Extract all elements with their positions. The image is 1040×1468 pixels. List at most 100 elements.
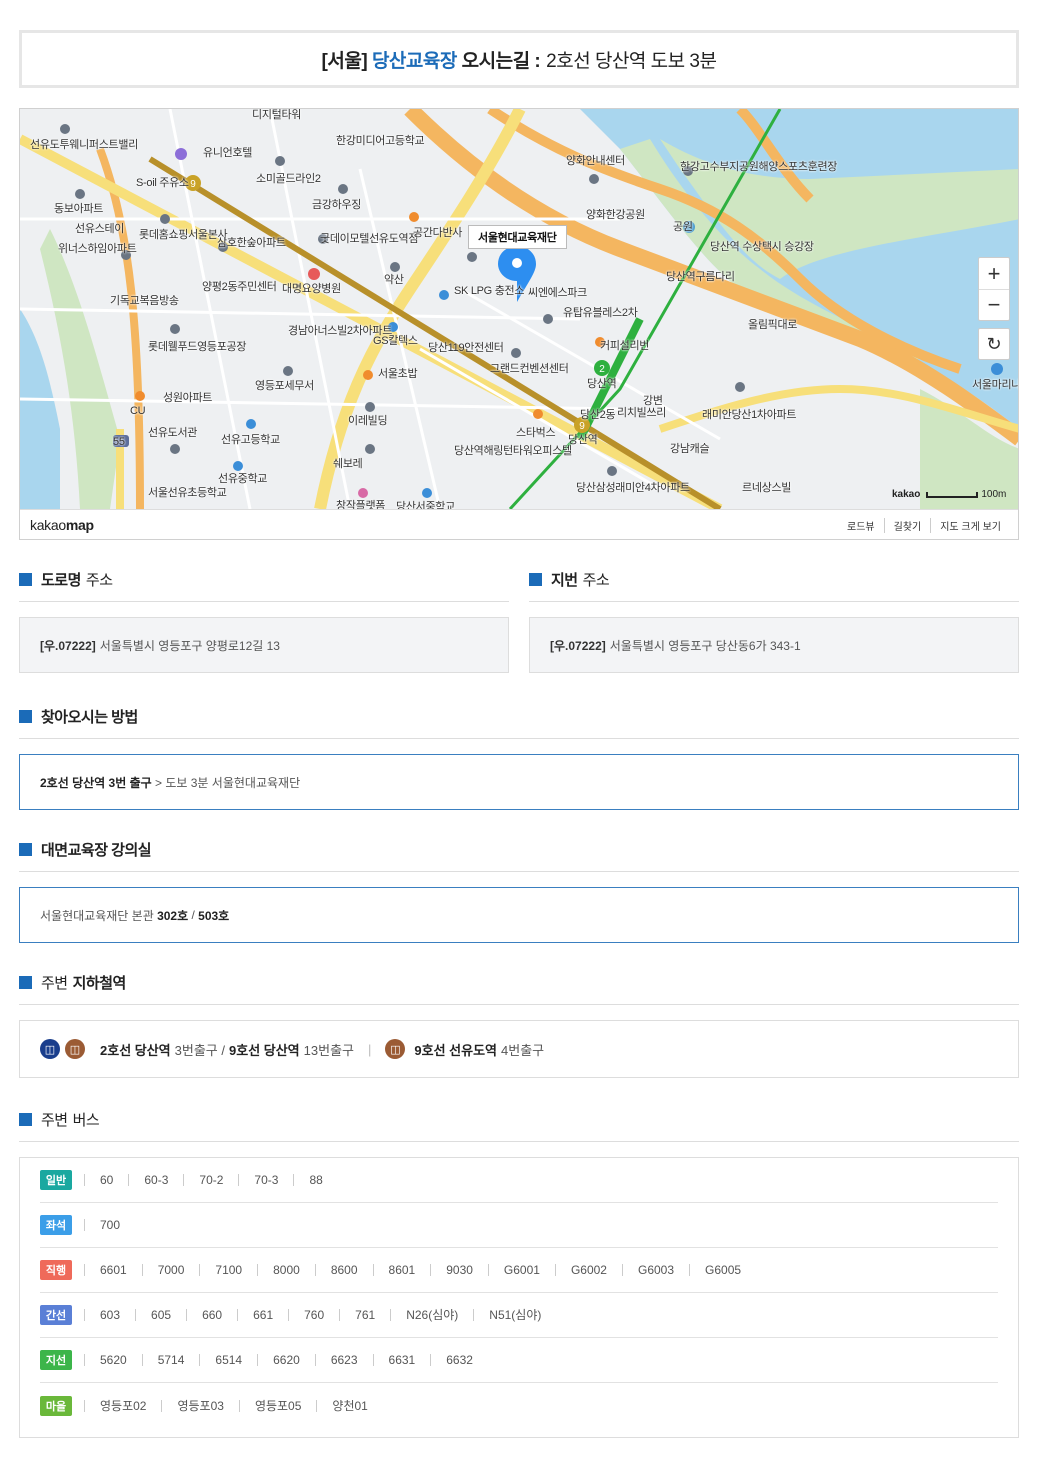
title-region: [서울]	[321, 50, 368, 72]
bus-route: G6005	[689, 1264, 756, 1276]
map-label[interactable]: 55	[113, 436, 125, 448]
map-label[interactable]: 선유스테이	[75, 223, 124, 235]
divider	[19, 871, 1019, 872]
map-label[interactable]: 양평2동주민센터	[202, 281, 277, 293]
road-zip: [우.07222]	[40, 638, 96, 653]
metro-line2-icon: ◫	[40, 1039, 60, 1059]
map-label[interactable]: 대명요양병원	[282, 283, 341, 295]
bus-row: 좌석 700	[40, 1203, 998, 1248]
map-label[interactable]: 서울초밥	[378, 368, 418, 380]
map-label[interactable]: 당산서중학교	[396, 501, 455, 509]
map-label[interactable]: CU	[130, 405, 146, 417]
map-label[interactable]: 커피설리번	[600, 340, 649, 352]
bus-route: 양천01	[316, 1399, 382, 1412]
map-label[interactable]: 당산역 수상택시 승강장	[710, 241, 814, 253]
bullet-square-icon	[19, 843, 32, 856]
map-label[interactable]: 창작플랫폼	[336, 500, 385, 509]
map-label[interactable]: 당산2동	[580, 409, 616, 421]
lot-zip: [우.07222]	[550, 638, 606, 653]
map-label[interactable]: 금강하우징	[312, 199, 361, 211]
map-label[interactable]: 유탑유블레스2차	[563, 307, 638, 319]
lot-address-heading: 지번 주소	[529, 569, 610, 590]
map-label[interactable]: 이레빌딩	[348, 415, 388, 427]
map-label[interactable]: 소미골드라인2	[256, 173, 321, 185]
map-label[interactable]: 굿데이모텔선유도역점	[320, 233, 419, 245]
map-label[interactable]: 선유고등학교	[221, 434, 280, 446]
map-label[interactable]: 양화안내센터	[566, 155, 625, 167]
subway-exit2: 13번출구	[303, 1042, 354, 1058]
lot-address-box: [우.07222] 서울특별시 영등포구 당산동6가 343-1	[529, 617, 1019, 673]
map-label[interactable]: 당산역해링턴타워오피스텔	[454, 445, 572, 457]
title-label: 오시는길 :	[461, 50, 541, 72]
map-refresh-button[interactable]: ↻	[978, 328, 1010, 360]
map-label[interactable]: 양화한강공원	[586, 209, 645, 221]
lot-address-text: 서울특별시 영등포구 당산동6가 343-1	[609, 638, 801, 653]
page: [서울] 당산교육장 오시는길 : 2호선 당산역 도보 3분 2 9 9 선유…	[0, 0, 1040, 1468]
map-label[interactable]: 스타벅스	[516, 427, 556, 439]
map-label[interactable]: S-oil 주유소	[136, 177, 189, 189]
map-label[interactable]: 당산삼성래미안4차아파트	[576, 482, 690, 494]
map-label[interactable]: 당산역	[568, 434, 598, 446]
map-label[interactable]: 위너스하임아파트	[58, 243, 137, 255]
bus-type-badge: 일반	[40, 1170, 72, 1190]
kakao-map[interactable]: 2 9 9 선유도투웨니퍼스트밸리 디지털타워 유니언호텔 한강미디어고등학교 S-oi	[19, 108, 1019, 540]
map-label[interactable]: 선유도서관	[148, 427, 197, 439]
subway-separator: |	[368, 1041, 372, 1057]
map-label[interactable]: 당산119안전센터	[428, 342, 504, 354]
large-map-link[interactable]: 지도 크게 보기	[930, 517, 1010, 533]
map-label[interactable]: 선유도투웨니퍼스트밸리	[30, 139, 138, 151]
map-label[interactable]: 유니언호텔	[203, 147, 252, 159]
map-labels: 선유도투웨니퍼스트밸리 디지털타워유니언호텔 한강미디어고등학교 S-oil 주유소 소…	[20, 109, 1018, 509]
map-label[interactable]: 성원아파트	[163, 392, 212, 404]
map-label[interactable]: 서울선유초등학교	[148, 487, 227, 499]
map-label[interactable]: 공원	[673, 221, 693, 233]
map-label[interactable]: 삼호한숲아파트	[217, 237, 286, 249]
subway-line2: 9호선 당산역	[229, 1042, 300, 1058]
map-label[interactable]: 강변	[643, 395, 663, 407]
bus-route: 6620	[257, 1354, 315, 1366]
bus-route: 영등포03	[161, 1399, 238, 1412]
map-label[interactable]: 기독교복음방송	[110, 295, 179, 307]
map-zoom-control: + −	[978, 257, 1010, 321]
bus-route: 60-3	[128, 1174, 183, 1186]
map-label[interactable]: 약산	[384, 274, 404, 286]
zoom-out-button[interactable]: −	[979, 289, 1009, 320]
map-label[interactable]: 롯데홈쇼핑서울본사	[139, 229, 228, 241]
road-address-box: [우.07222] 서울특별시 영등포구 양평로12길 13	[19, 617, 509, 673]
bus-route: 660	[186, 1309, 237, 1321]
map-label[interactable]: 리치빌쓰리	[617, 407, 666, 419]
bus-route: 661	[237, 1309, 288, 1321]
map-place-tooltip[interactable]: 서울현대교육재단	[468, 225, 567, 249]
map-label[interactable]: GS칼텍스	[373, 335, 418, 347]
kakaomap-logo[interactable]: kakaomap	[30, 517, 94, 533]
bus-route: 761	[339, 1309, 390, 1321]
map-label[interactable]: 씨엔에스파크	[528, 287, 587, 299]
bus-type-badge: 간선	[40, 1305, 72, 1325]
map-label[interactable]: 르네상스빌	[742, 482, 791, 494]
map-label[interactable]: 그랜드컨벤션센터	[490, 363, 569, 375]
map-label[interactable]: 공간다반사	[413, 227, 462, 239]
map-label[interactable]: 영등포세무서	[255, 380, 314, 392]
map-label[interactable]: 쉐보레	[333, 458, 363, 470]
map-label[interactable]: 래미안당산1차아파트	[702, 409, 797, 421]
map-label[interactable]: 선유중학교	[218, 473, 267, 485]
bus-route: 8000	[257, 1264, 315, 1276]
map-label[interactable]: 당산역	[587, 378, 617, 390]
map-label[interactable]: SK LPG 충전소	[454, 285, 524, 297]
bus-route: 70-2	[183, 1174, 238, 1186]
zoom-in-button[interactable]: +	[979, 258, 1009, 289]
bus-route: G6003	[621, 1264, 689, 1276]
map-label[interactable]: 동보아파트	[54, 203, 103, 215]
map-label[interactable]: 한강고수부지공원해양스포츠훈련장	[680, 161, 837, 173]
map-label[interactable]: 롯데웰푸드영등포공장	[148, 341, 247, 353]
subway-box: ◫ ◫ 2호선 당산역 3번출구 / 9호선 당산역 13번출구 | ◫ 9호선…	[19, 1020, 1019, 1078]
map-label[interactable]: 한강미디어고등학교	[336, 135, 425, 147]
map-label[interactable]: 서울마리나클럽앤요트	[972, 379, 1018, 391]
metro-line9-icon: ◫	[385, 1039, 406, 1059]
roadview-link[interactable]: 로드뷰	[838, 518, 884, 533]
map-label[interactable]: 올림픽대로	[748, 319, 797, 331]
map-label[interactable]: 강남캐슬	[670, 443, 710, 455]
directions-link[interactable]: 길찾기	[883, 517, 931, 533]
map-label[interactable]: 당산역구름다리	[666, 271, 735, 283]
map-label[interactable]: 디지털타워	[252, 109, 301, 121]
